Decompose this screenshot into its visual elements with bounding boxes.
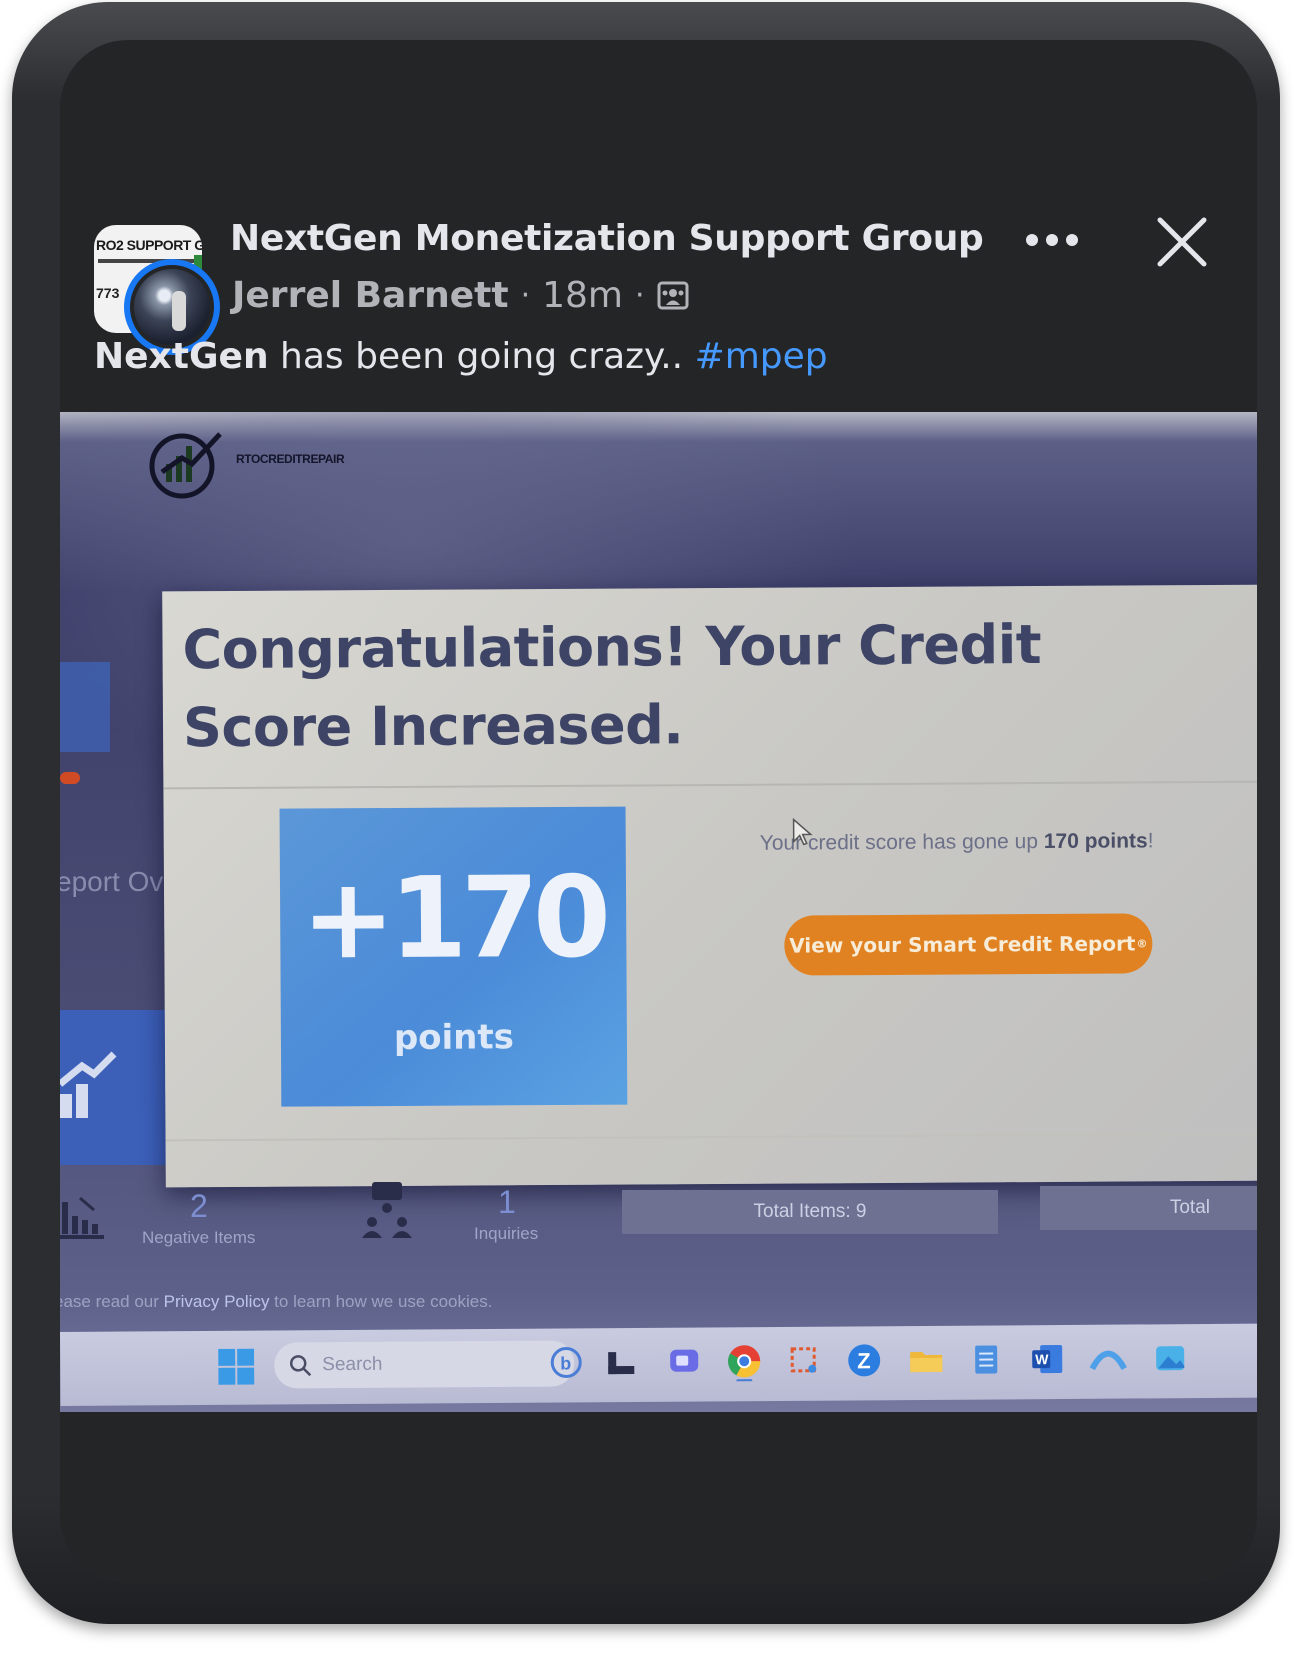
score-message-bold: 170 points [1043,829,1148,854]
score-message: Your credit score has gone up 170 points… [760,829,1154,855]
post-time[interactable]: 18m [542,275,623,316]
photos-icon[interactable] [1150,1338,1190,1378]
notepad-icon[interactable] [966,1339,1006,1379]
author-name-link[interactable]: Jerrel Barnett [232,275,509,316]
cookie-notice-post: to learn how we use cookies. [269,1292,493,1311]
inquiries-count: 1 [498,1184,516,1220]
score-change-value: +170 [300,852,606,985]
inquiries-icon [362,1182,412,1238]
file-explorer-icon[interactable] [906,1340,946,1380]
more-options-button[interactable] [1022,222,1082,258]
negative-items-label: Negative Items [142,1228,256,1247]
credit-repair-logo-text: RTOCREDITREPAIR [236,452,345,466]
total-box-secondary: Total [1040,1186,1257,1230]
score-change-box: +170 points [279,806,628,1107]
report-overview-label: eport Ove [60,866,179,897]
separator-dot: · [635,277,645,313]
negative-items-count: 2 [190,1188,208,1224]
caption-text: has been going crazy.. [268,336,695,377]
task-view-icon[interactable] [602,1342,642,1382]
group-avatar-number: 773 [96,285,120,301]
post-photo[interactable]: RTOCREDITREPAIR eport Ove Congratulation… [60,412,1257,1412]
hashtag-link[interactable]: #mpep [695,336,828,377]
cookie-notice: ease read our Privacy Policy to learn ho… [60,1292,492,1312]
app-icon[interactable] [1088,1339,1128,1379]
windows-start-icon[interactable] [218,1348,255,1385]
modal-footer-divider [165,1132,1257,1142]
total-items-box: Total Items: 9 [622,1190,998,1234]
mouse-cursor-icon [792,817,813,846]
chat-icon[interactable] [664,1342,704,1382]
stats-row: 2 Negative Items 1 Inquiries Total Items… [60,1182,1257,1302]
svg-text:Z: Z [857,1348,871,1373]
bing-icon[interactable]: b [546,1342,586,1382]
phone-frame: RO2 SUPPORT GROU 773 NextGen Monetizatio… [12,2,1280,1624]
score-change-unit: points [393,1017,515,1058]
privacy-policy-link[interactable]: Privacy Policy [164,1292,270,1311]
taskbar-search-input[interactable]: Search [274,1340,575,1389]
view-credit-report-label: View your Smart Credit Report [789,931,1136,958]
post-caption: NextGen has been going crazy.. #mpep [94,336,828,377]
more-options-icon-dot [1046,234,1058,246]
word-icon[interactable]: W [1028,1339,1068,1379]
modal-divider [163,780,1257,790]
more-options-icon-dot [1066,234,1078,246]
background-tab [60,662,110,752]
cookie-notice-pre: ease read our [60,1292,164,1311]
close-icon[interactable] [1152,212,1212,272]
negative-items-icon [60,1196,104,1239]
chrome-icon[interactable] [724,1341,764,1382]
credit-repair-logo [149,432,222,499]
group-name-link[interactable]: NextGen Monetization Support Group [230,218,984,259]
score-message-post: ! [1147,829,1154,853]
search-placeholder: Search [322,1353,383,1376]
caption-brand: NextGen [94,336,269,377]
credit-score-modal: Congratulations! Your Credit Score Incre… [162,584,1257,1188]
separator-dot: · [520,277,531,313]
group-icon [657,281,689,310]
inquiries-label: Inquiries [474,1224,539,1243]
background-progress-bar [60,772,80,784]
modal-title: Congratulations! Your Credit Score Incre… [182,613,1042,760]
author-figure [172,291,186,331]
windows-taskbar: Search b Z W [60,1323,1257,1406]
registered-mark: ® [1136,936,1148,950]
author-photo [134,269,210,345]
zoom-icon[interactable]: Z [844,1340,884,1380]
snipping-tool-icon[interactable] [784,1341,824,1381]
svg-text:W: W [1035,1351,1049,1367]
view-credit-report-button[interactable]: View your Smart Credit Report ® [784,913,1153,976]
chart-up-icon [60,1051,117,1118]
more-options-icon [1026,234,1038,246]
group-avatar-text: RO2 SUPPORT GROU [96,237,202,253]
search-icon [289,1355,312,1377]
post-meta: Jerrel Barnett · 18m · [232,272,689,318]
post-viewer: RO2 SUPPORT GROU 773 NextGen Monetizatio… [60,40,1257,1584]
svg-text:b: b [560,1353,571,1373]
